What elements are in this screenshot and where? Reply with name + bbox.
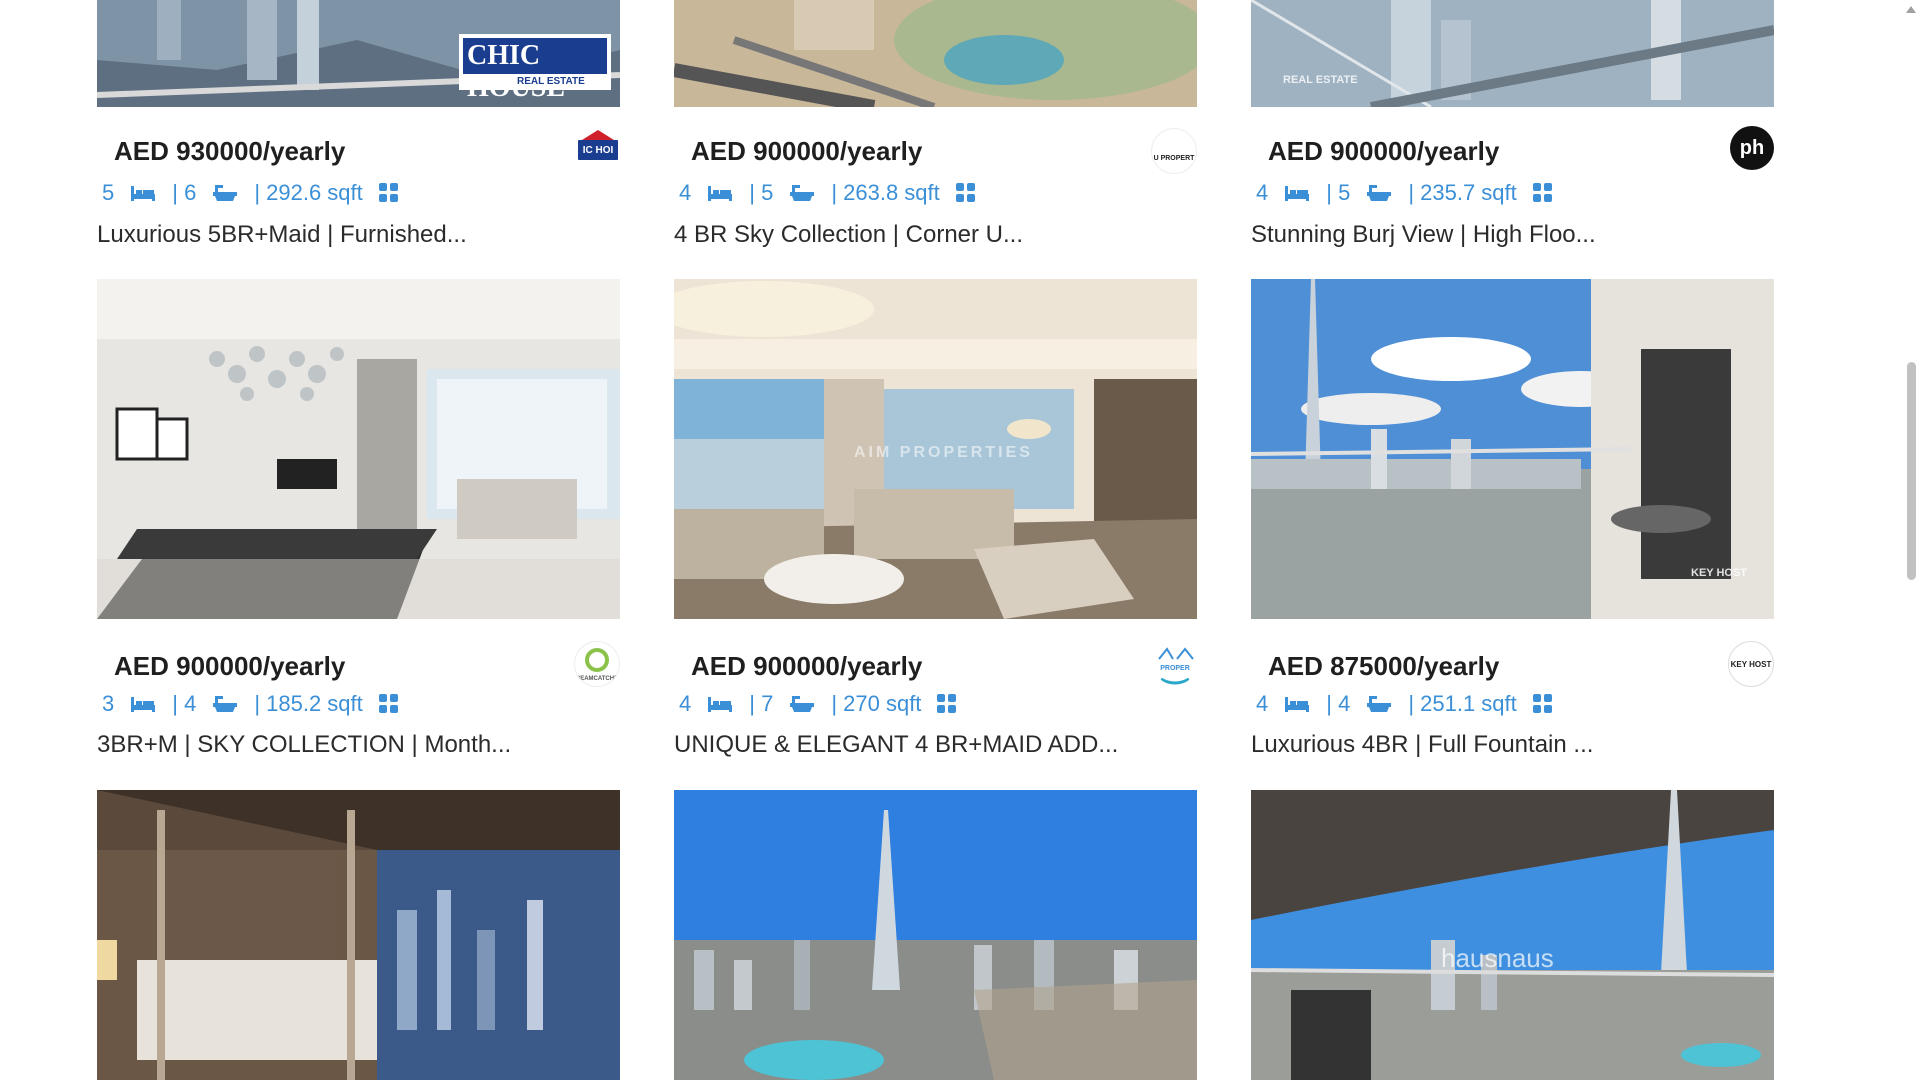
listing-specs: 5 | 6 | 292.6 sqft: [102, 180, 415, 206]
grid-icon[interactable]: [378, 183, 399, 203]
area-value: | 292.6 sqft: [254, 180, 363, 205]
grid-icon[interactable]: [378, 694, 399, 714]
bath-icon: [213, 185, 238, 201]
listing-specs: 4 | 4 | 251.1 sqft: [1256, 691, 1569, 717]
image-watermark: hausnaus: [1441, 943, 1554, 973]
baths-count: | 4: [172, 691, 197, 716]
agency-logo[interactable]: IC HOI: [576, 128, 620, 172]
beds-count: 5: [102, 180, 115, 205]
agency-logo[interactable]: REAMCATCHE: [574, 641, 620, 687]
agency-logo[interactable]: KEY HOST: [1728, 641, 1774, 687]
baths-count: | 7: [749, 691, 774, 716]
agency-logo-text: KEY HOST: [1730, 659, 1772, 669]
area-value: | 185.2 sqft: [254, 691, 363, 716]
area-value: | 235.7 sqft: [1408, 180, 1517, 205]
agency-logo[interactable]: U PROPERT: [1151, 128, 1197, 174]
grid-icon[interactable]: [1532, 694, 1553, 714]
listing-image[interactable]: REAL ESTATE: [1251, 0, 1774, 107]
bed-icon: [708, 697, 733, 712]
listing-specs: 4 | 5 | 263.8 sqft: [679, 180, 992, 206]
bath-icon: [213, 696, 238, 712]
listing-title[interactable]: Luxurious 4BR | Full Fountain ...: [1251, 731, 1593, 759]
listing-price: AED 930000/yearly: [114, 136, 346, 166]
baths-count: | 5: [749, 180, 774, 205]
bed-icon: [131, 697, 156, 712]
scrollbar[interactable]: [1902, 0, 1920, 1080]
agency-logo[interactable]: ph: [1730, 126, 1774, 170]
listing-image[interactable]: hausnaus: [1251, 790, 1774, 1080]
bath-icon: [790, 185, 815, 201]
image-watermark: CHIC HOUSE: [467, 40, 566, 103]
listing-price: AED 900000/yearly: [691, 136, 923, 166]
bed-icon: [131, 186, 156, 201]
bath-icon: [1367, 185, 1392, 201]
area-value: | 251.1 sqft: [1408, 691, 1517, 716]
beds-count: 4: [1256, 180, 1269, 205]
bed-icon: [1285, 186, 1310, 201]
bath-icon: [790, 696, 815, 712]
grid-icon[interactable]: [937, 694, 957, 714]
baths-count: | 6: [172, 180, 197, 205]
listing-image[interactable]: KEY HOST: [1251, 279, 1774, 619]
listing-specs: 4 | 7 | 270 sqft: [679, 691, 973, 717]
scrollbar-thumb[interactable]: [1907, 362, 1916, 580]
listing-image[interactable]: CHIC HOUSE REAL ESTATE: [97, 0, 620, 107]
listing-specs: 4 | 5 | 235.7 sqft: [1256, 180, 1569, 206]
listing-title[interactable]: Stunning Burj View | High Floo...: [1251, 221, 1596, 249]
listing-title[interactable]: UNIQUE & ELEGANT 4 BR+MAID ADD...: [674, 731, 1118, 759]
listing-specs: 3 | 4 | 185.2 sqft: [102, 691, 415, 717]
scroll-up-icon[interactable]: [1906, 6, 1916, 13]
listing-title[interactable]: 4 BR Sky Collection | Corner U...: [674, 221, 1023, 249]
listing-image[interactable]: [674, 790, 1197, 1080]
listing-price: AED 875000/yearly: [1268, 651, 1500, 681]
bed-icon: [708, 186, 733, 201]
image-watermark-sub: REAL ESTATE: [1283, 74, 1358, 86]
beds-count: 4: [1256, 691, 1269, 716]
grid-icon[interactable]: [955, 183, 976, 203]
baths-count: | 5: [1326, 180, 1351, 205]
listing-price: AED 900000/yearly: [691, 651, 923, 681]
agency-logo-text: U PROPERT: [1153, 154, 1195, 162]
grid-icon[interactable]: [1532, 183, 1553, 203]
image-watermark: AIM PROPERTIES: [854, 444, 1033, 461]
listing-price: AED 900000/yearly: [114, 651, 346, 681]
beds-count: 4: [679, 691, 692, 716]
image-watermark: KEY HOST: [1691, 567, 1748, 579]
image-watermark-sub: REAL ESTATE: [517, 76, 585, 87]
listing-title[interactable]: 3BR+M | SKY COLLECTION | Month...: [97, 731, 511, 759]
listing-image[interactable]: [97, 279, 620, 619]
listing-image[interactable]: AIM PROPERTIES: [674, 279, 1197, 619]
beds-count: 3: [102, 691, 115, 716]
listing-title[interactable]: Luxurious 5BR+Maid | Furnished...: [97, 221, 467, 249]
listing-image[interactable]: [674, 0, 1197, 107]
baths-count: | 4: [1326, 691, 1351, 716]
listing-price: AED 900000/yearly: [1268, 136, 1500, 166]
bed-icon: [1285, 697, 1310, 712]
listing-image[interactable]: [97, 790, 620, 1080]
agency-logo-text: ph: [1739, 136, 1765, 159]
agency-logo[interactable]: PROPER: [1153, 641, 1197, 685]
beds-count: 4: [679, 180, 692, 205]
agency-logo-text: IC HOI: [582, 144, 614, 156]
area-value: | 270 sqft: [831, 691, 922, 716]
area-value: | 263.8 sqft: [831, 180, 940, 205]
bath-icon: [1367, 696, 1392, 712]
